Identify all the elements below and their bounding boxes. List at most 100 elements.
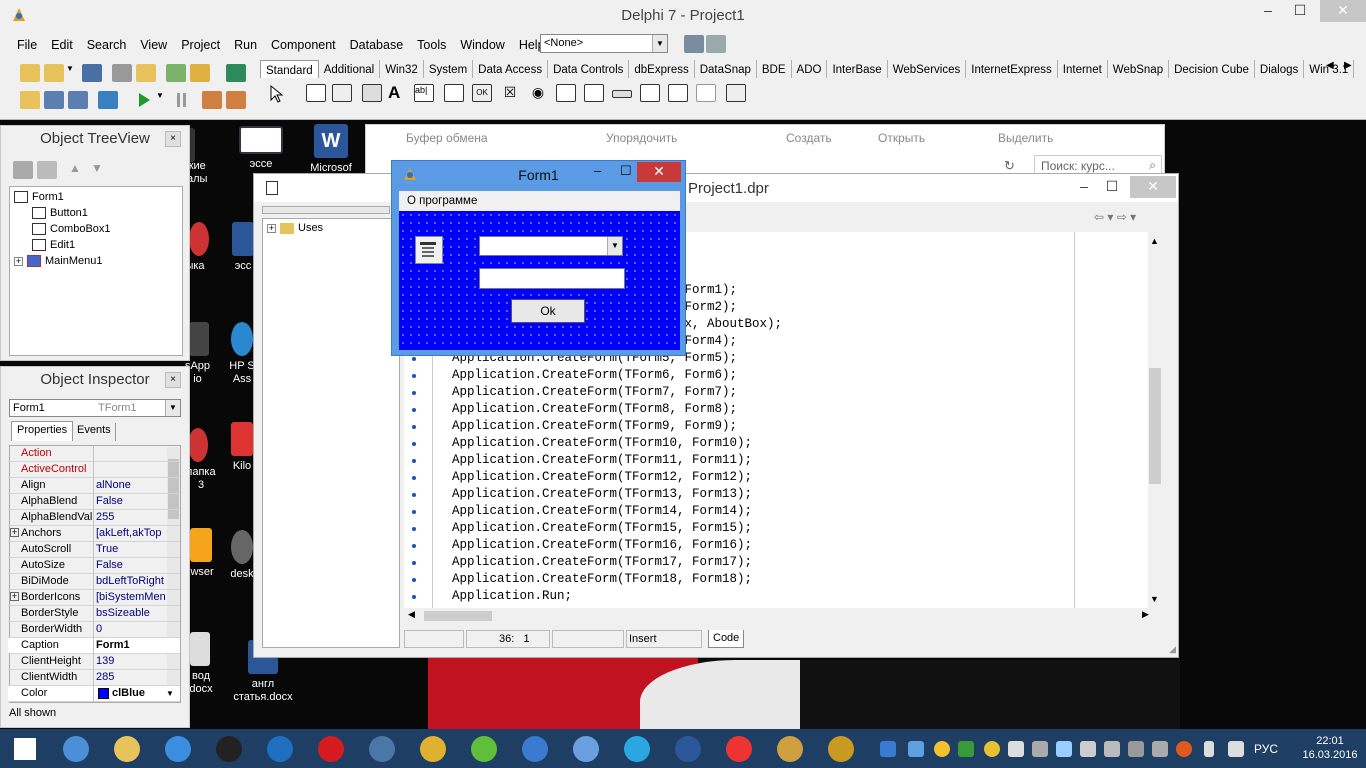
property-row[interactable]: ClientHeight 139 <box>8 654 180 670</box>
language-indicator[interactable]: РУС <box>1254 742 1278 756</box>
radiobutton-component-icon[interactable]: ◉ <box>528 84 548 102</box>
actionlist-component-icon[interactable] <box>726 84 746 102</box>
property-value[interactable]: True <box>96 542 180 557</box>
palette-scroll-right-icon[interactable]: ▶ <box>1344 60 1352 71</box>
tab-internet[interactable]: Internet <box>1058 60 1108 78</box>
edit1[interactable] <box>479 268 625 289</box>
property-value[interactable]: False <box>96 558 180 573</box>
property-row[interactable]: BiDiMode bdLeftToRight <box>8 574 180 590</box>
tab-ado[interactable]: ADO <box>792 60 828 78</box>
breakpoint-dot[interactable] <box>412 459 416 463</box>
maximize-button[interactable]: ☐ <box>1284 0 1316 22</box>
update-icon[interactable] <box>984 741 1000 757</box>
groupbox-component-icon[interactable] <box>640 84 660 102</box>
tab-system[interactable]: System <box>424 60 474 78</box>
open-icon[interactable] <box>44 64 64 82</box>
pause-icon[interactable] <box>172 91 192 109</box>
breakpoint-dot[interactable] <box>412 391 416 395</box>
clock[interactable]: 22:01 16.03.2016 <box>1300 734 1360 762</box>
tree-item-edit1[interactable]: Edit1 <box>32 237 75 253</box>
save-all-icon[interactable] <box>112 64 132 82</box>
tree-item-button1[interactable]: Button1 <box>32 205 88 221</box>
component-combo[interactable]: <None> ▼ <box>540 34 668 53</box>
taskbar-opera2-button[interactable] <box>719 732 759 766</box>
breakpoint-dot[interactable] <box>412 595 416 599</box>
property-row[interactable]: AlphaBlend False <box>8 494 180 510</box>
breakpoint-dot[interactable] <box>412 408 416 412</box>
property-row[interactable]: Action <box>8 446 180 462</box>
combobox1[interactable]: ▼ <box>479 236 623 256</box>
form1-minimize-button[interactable]: – <box>594 163 601 178</box>
tab-bde[interactable]: BDE <box>757 60 792 78</box>
scroll-right-icon[interactable]: ▶ <box>1142 609 1149 620</box>
tab-datasnap[interactable]: DataSnap <box>695 60 757 78</box>
toggle-form-icon[interactable] <box>706 35 726 53</box>
breakpoint-dot[interactable] <box>412 442 416 446</box>
taskbar-ie-button[interactable] <box>158 732 198 766</box>
ribbon-open[interactable]: Открыть <box>878 131 925 145</box>
windows-icon[interactable] <box>1008 741 1024 757</box>
chevron-down-icon[interactable]: ▼ <box>156 91 166 109</box>
chevron-down-icon[interactable]: ▼ <box>607 237 622 255</box>
tree-item-mainmenu1[interactable]: + MainMenu1 <box>14 253 102 269</box>
refresh-icon[interactable]: ↻ <box>1004 158 1015 174</box>
ribbon-clipboard[interactable]: Буфер обмена <box>406 131 488 145</box>
tab-code[interactable]: Code <box>708 630 744 648</box>
taskbar-chrome-button[interactable] <box>413 732 453 766</box>
taskbar-tools-button[interactable] <box>56 732 96 766</box>
property-value[interactable]: 0 <box>96 622 180 637</box>
breakpoint-dot[interactable] <box>412 425 416 429</box>
taskbar-word-button[interactable] <box>668 732 708 766</box>
property-value[interactable]: bsSizeable <box>96 606 180 621</box>
popupmenu-component-icon[interactable] <box>332 84 352 102</box>
text-component-icon[interactable]: A <box>388 84 408 102</box>
monitor-icon[interactable] <box>1128 741 1144 757</box>
chevron-down-icon[interactable]: ▼ <box>652 35 667 52</box>
tab-standard[interactable]: Standard <box>260 60 319 78</box>
menu-component[interactable]: Component <box>264 38 343 52</box>
remove-file-icon[interactable] <box>190 64 210 82</box>
arrow-down-icon[interactable]: ▼ <box>91 161 103 175</box>
run-icon[interactable] <box>134 91 154 109</box>
property-value[interactable]: alNone <box>96 478 180 493</box>
menu-tools[interactable]: Tools <box>410 38 453 52</box>
chevron-down-icon[interactable]: ▼ <box>165 400 180 416</box>
button-component-icon[interactable]: OK <box>472 84 492 102</box>
tab-data-access[interactable]: Data Access <box>473 60 549 78</box>
breakpoint-dot[interactable] <box>412 561 416 565</box>
scroll-up-icon[interactable]: ▲ <box>1150 236 1159 246</box>
new-icon[interactable] <box>20 64 40 82</box>
step-over-icon[interactable] <box>226 91 246 109</box>
ribbon-select[interactable]: Выделить <box>998 131 1053 145</box>
property-value[interactable]: [biSystemMen <box>96 590 180 605</box>
property-row[interactable]: AutoScroll True <box>8 542 180 558</box>
menu-project[interactable]: Project <box>174 38 227 52</box>
new-item-icon[interactable] <box>13 161 33 179</box>
breakpoint-dot[interactable] <box>412 544 416 548</box>
battery-icon[interactable] <box>1204 741 1214 757</box>
property-row[interactable]: Anchors [akLeft,akTop + <box>8 526 180 542</box>
ok-button[interactable]: Ok <box>511 299 585 323</box>
ribbon-organize[interactable]: Упорядочить <box>606 131 677 145</box>
property-value[interactable]: 285 <box>96 670 180 685</box>
wifi-icon[interactable] <box>908 741 924 757</box>
object-selector[interactable]: Form1 TForm1 ▼ <box>9 399 181 417</box>
tab-decision-cube[interactable]: Decision Cube <box>1169 60 1255 78</box>
taskbar-music-button[interactable] <box>464 732 504 766</box>
minimize-button[interactable]: – <box>1252 0 1284 22</box>
scrollbar-thumb[interactable] <box>424 611 492 621</box>
expand-icon[interactable]: + <box>10 528 19 537</box>
property-row[interactable]: ClientWidth 285 <box>8 670 180 686</box>
taskbar-camera-button[interactable] <box>209 732 249 766</box>
menu-view[interactable]: View <box>133 38 174 52</box>
property-row[interactable]: Color clBlue ▼ <box>8 686 180 702</box>
app-a-icon[interactable] <box>958 741 974 757</box>
emoji-icon[interactable] <box>934 741 950 757</box>
radiogroup-component-icon[interactable] <box>668 84 688 102</box>
tab-internetexpress[interactable]: InternetExpress <box>966 60 1058 78</box>
taskbar-skype-button[interactable] <box>617 732 657 766</box>
expand-icon[interactable]: + <box>10 592 19 601</box>
tab-webservices[interactable]: WebServices <box>888 60 967 78</box>
tree-item-combobox1[interactable]: ComboBox1 <box>32 221 111 237</box>
mainmenu-component-icon[interactable] <box>415 236 443 264</box>
